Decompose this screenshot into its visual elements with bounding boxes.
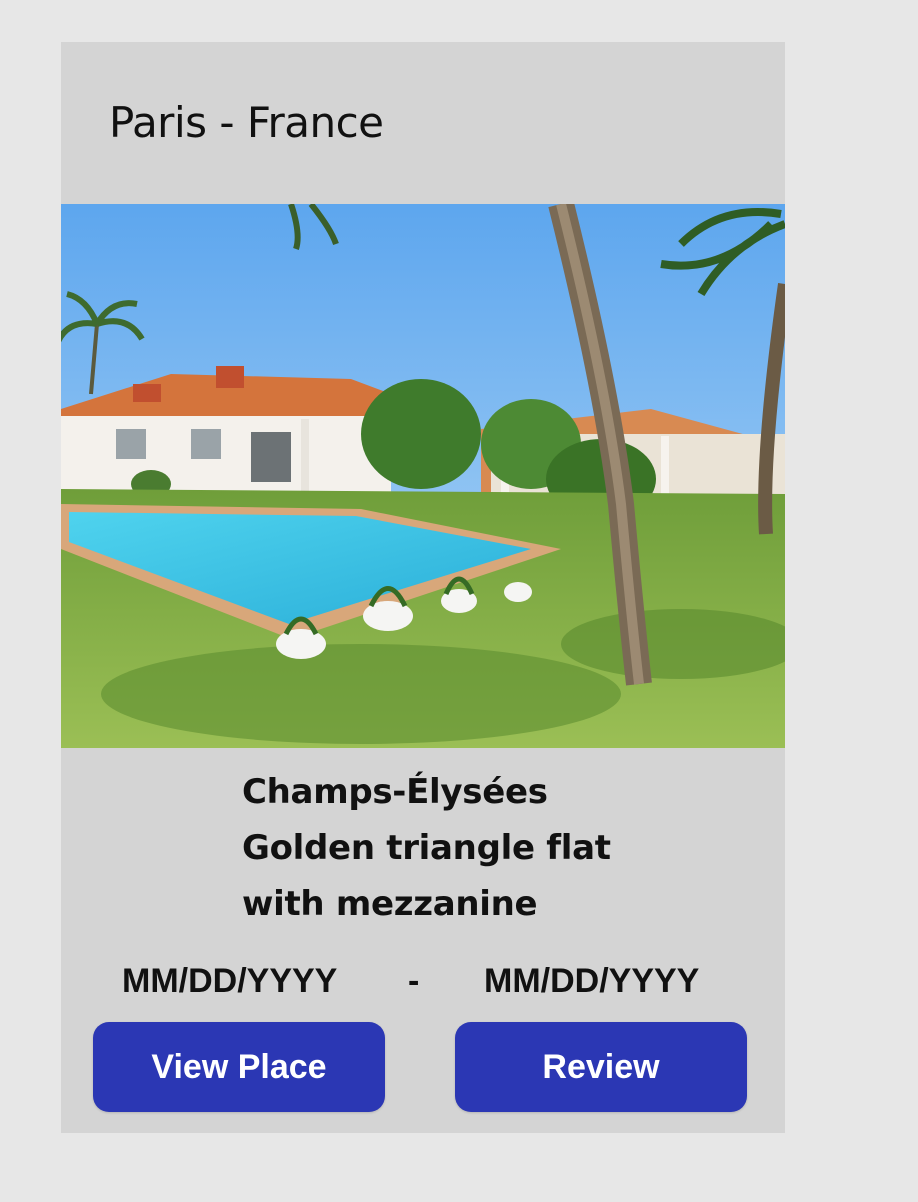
review-button[interactable]: Review [455, 1022, 747, 1112]
listing-title: Champs-Élysées Golden triangle flat with… [242, 764, 702, 932]
view-place-button[interactable]: View Place [93, 1022, 385, 1112]
listing-title-line: Champs-Élysées [242, 772, 548, 812]
listing-photo [61, 204, 785, 748]
listing-title-line: Golden triangle flat [242, 828, 611, 868]
location-heading: Paris - France [109, 98, 384, 147]
date-separator: - [408, 962, 420, 1000]
villa-pool-image [61, 204, 785, 748]
end-date: MM/DD/YYYY [484, 962, 700, 1000]
listing-card: Paris - France Champs-Élysées Golden tri… [61, 42, 785, 1133]
listing-title-line: with mezzanine [242, 884, 538, 924]
start-date: MM/DD/YYYY [122, 962, 338, 1000]
